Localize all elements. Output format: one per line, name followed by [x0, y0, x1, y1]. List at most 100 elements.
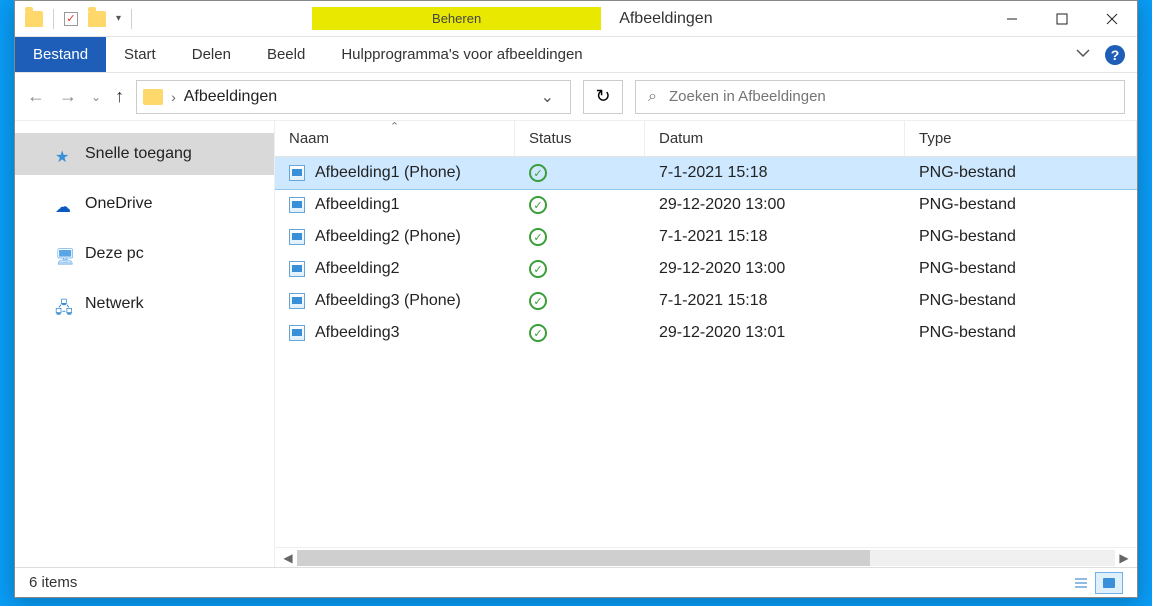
refresh-button[interactable]: ↻	[583, 80, 623, 114]
tab-view[interactable]: Beeld	[249, 37, 323, 72]
scroll-left-icon[interactable]: ◀	[279, 551, 297, 565]
address-dropdown-icon[interactable]: ⌄	[531, 87, 564, 107]
horizontal-scrollbar[interactable]: ◀ ▶	[275, 547, 1137, 567]
file-type: PNG-bestand	[919, 260, 1016, 278]
table-row[interactable]: Afbeelding2 (Phone)✓7-1-2021 15:18PNG-be…	[275, 221, 1137, 253]
scroll-track[interactable]	[297, 550, 1115, 566]
file-type: PNG-bestand	[919, 196, 1016, 214]
navigation-pane: ★ Snelle toegang ☁ OneDrive 🖥 Deze pc 🖧 …	[15, 121, 275, 567]
title-bar: ✓ ▾ Beheren Afbeeldingen	[15, 1, 1137, 37]
nav-buttons: ← → ⌄ ↑	[27, 86, 124, 107]
file-date: 29-12-2020 13:00	[659, 196, 785, 214]
item-count: 6 items	[29, 574, 77, 591]
sidebar-item-label: Netwerk	[85, 295, 144, 313]
table-row[interactable]: Afbeelding3 ✓ 29-12-2020 13:01 PNG-bestand	[275, 317, 1137, 349]
table-row[interactable]: Afbeelding1 ✓ 29-12-2020 13:00 PNG-bestand	[275, 189, 1137, 221]
folder-icon	[143, 89, 163, 105]
column-type[interactable]: Type	[905, 121, 1137, 156]
status-bar: 6 items	[15, 567, 1137, 597]
close-button[interactable]	[1087, 1, 1137, 36]
navigation-bar: ← → ⌄ ↑ › Afbeeldingen ⌄ ↻ ⌕	[15, 73, 1137, 121]
new-folder-icon[interactable]	[88, 11, 106, 27]
column-label: Naam	[289, 130, 329, 147]
ribbon-collapse-icon[interactable]	[1075, 45, 1091, 65]
contextual-tab-header: Beheren	[312, 1, 601, 36]
cloud-icon: ☁	[55, 197, 73, 211]
sidebar-item-quick-access[interactable]: ★ Snelle toegang	[15, 133, 274, 175]
tab-picture-tools[interactable]: Hulpprogramma's voor afbeeldingen	[323, 37, 600, 72]
image-file-icon	[289, 229, 305, 245]
breadcrumb[interactable]: Afbeeldingen	[184, 88, 277, 106]
column-date[interactable]: Datum	[645, 121, 905, 156]
address-bar[interactable]: › Afbeeldingen ⌄	[136, 80, 571, 114]
file-name: Afbeelding1	[315, 196, 400, 214]
contextual-tab-label: Beheren	[312, 7, 601, 30]
back-button[interactable]: ←	[27, 86, 45, 107]
file-type: PNG-bestand	[919, 164, 1016, 182]
image-file-icon	[289, 325, 305, 341]
table-row[interactable]: Afbeelding3 (Phone)✓7-1-2021 15:18PNG-be…	[275, 285, 1137, 317]
column-label: Datum	[659, 130, 703, 147]
details-view-button[interactable]	[1067, 572, 1095, 594]
chevron-right-icon[interactable]: ›	[171, 89, 176, 105]
sync-ok-icon: ✓	[529, 260, 547, 278]
column-status[interactable]: Status	[515, 121, 645, 156]
network-icon: 🖧	[55, 297, 73, 311]
folder-icon	[25, 11, 43, 27]
search-input[interactable]	[669, 88, 1112, 105]
forward-button[interactable]: →	[59, 86, 77, 107]
up-button[interactable]: ↑	[115, 86, 124, 107]
search-box[interactable]: ⌕	[635, 80, 1125, 114]
properties-icon[interactable]: ✓	[64, 12, 78, 26]
maximize-button[interactable]	[1037, 1, 1087, 36]
ribbon-tabs: Bestand Start Delen Beeld Hulpprogramma'…	[15, 37, 1137, 73]
separator	[131, 9, 132, 29]
minimize-button[interactable]	[987, 1, 1037, 36]
explorer-window: ✓ ▾ Beheren Afbeeldingen Bestand Start D…	[14, 0, 1138, 598]
tab-file[interactable]: Bestand	[15, 37, 106, 72]
image-file-icon	[289, 197, 305, 213]
sidebar-item-onedrive[interactable]: ☁ OneDrive	[15, 183, 274, 225]
file-type: PNG-bestand	[919, 292, 1016, 310]
qat-dropdown-icon[interactable]: ▾	[116, 13, 121, 24]
view-mode-buttons	[1067, 572, 1123, 594]
table-row[interactable]: Afbeelding2✓29-12-2020 13:00PNG-bestand	[275, 253, 1137, 285]
tab-start[interactable]: Start	[106, 37, 174, 72]
separator	[53, 9, 54, 29]
sidebar-item-label: Snelle toegang	[85, 145, 192, 163]
sidebar-item-network[interactable]: 🖧 Netwerk	[15, 283, 274, 325]
recent-locations-icon[interactable]: ⌄	[91, 90, 101, 104]
window-controls	[987, 1, 1137, 36]
sync-ok-icon: ✓	[529, 292, 547, 310]
column-label: Status	[529, 130, 572, 147]
file-name: Afbeelding3	[315, 324, 400, 342]
sync-ok-icon: ✓	[529, 164, 547, 182]
table-row[interactable]: Afbeelding1 (Phone) ✓ 7-1-2021 15:18 PNG-be…	[275, 157, 1137, 189]
sidebar-item-this-pc[interactable]: 🖥 Deze pc	[15, 233, 274, 275]
help-icon[interactable]: ?	[1105, 45, 1125, 65]
search-icon: ⌕	[648, 88, 657, 106]
sync-ok-icon: ✓	[529, 324, 547, 342]
sync-ok-icon: ✓	[529, 196, 547, 214]
file-date: 7-1-2021 15:18	[659, 228, 768, 246]
sidebar-item-label: OneDrive	[85, 195, 153, 213]
body: ★ Snelle toegang ☁ OneDrive 🖥 Deze pc 🖧 …	[15, 121, 1137, 567]
file-date: 7-1-2021 15:18	[659, 164, 768, 182]
file-date: 29-12-2020 13:01	[659, 324, 785, 342]
image-file-icon	[289, 261, 305, 277]
column-label: Type	[919, 130, 952, 147]
image-file-icon	[289, 165, 305, 181]
file-type: PNG-bestand	[919, 324, 1016, 342]
file-type: PNG-bestand	[919, 228, 1016, 246]
scroll-right-icon[interactable]: ▶	[1115, 551, 1133, 565]
thumbnails-view-button[interactable]	[1095, 572, 1123, 594]
column-name[interactable]: ⌃ Naam	[275, 121, 515, 156]
file-name: Afbeelding2 (Phone)	[315, 228, 461, 246]
tab-share[interactable]: Delen	[174, 37, 249, 72]
quick-access-toolbar: ✓ ▾	[15, 1, 132, 36]
sidebar-item-label: Deze pc	[85, 245, 144, 263]
file-date: 7-1-2021 15:18	[659, 292, 768, 310]
file-name: Afbeelding1 (Phone)	[315, 164, 461, 182]
scroll-thumb[interactable]	[297, 550, 870, 566]
window-title: Afbeeldingen	[619, 1, 712, 36]
